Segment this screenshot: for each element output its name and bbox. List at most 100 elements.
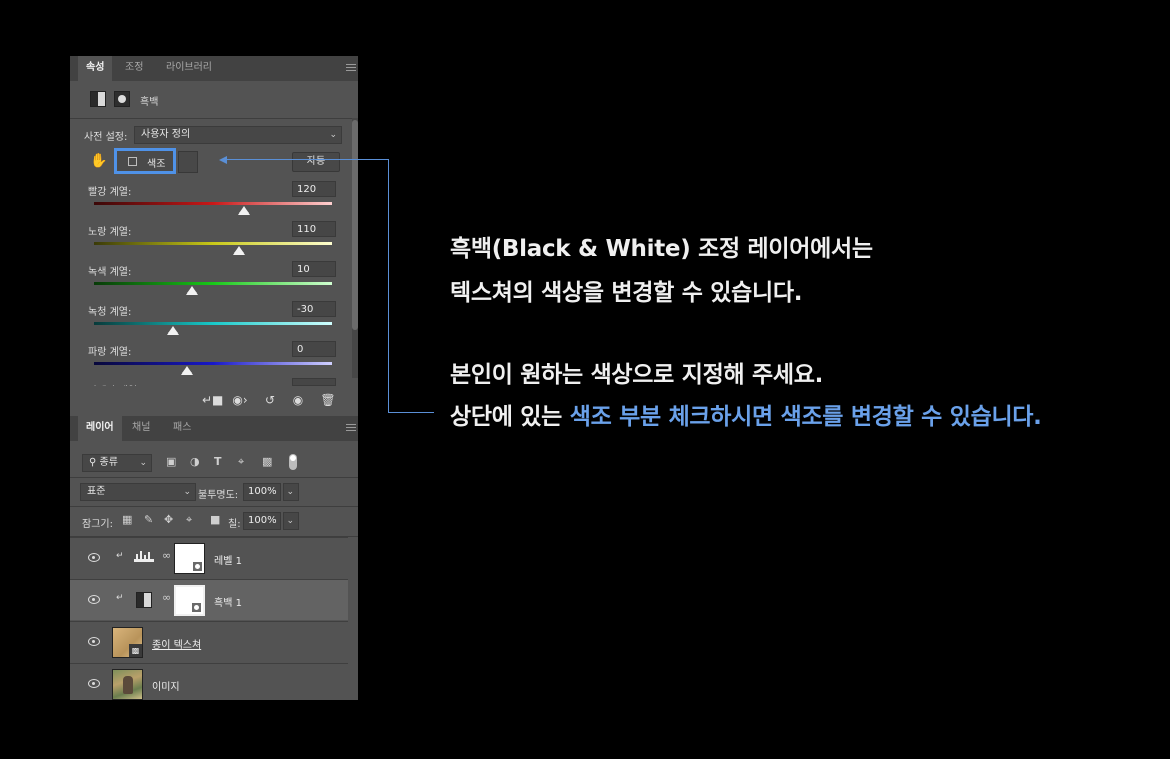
layer-name: 흑백 1: [214, 598, 242, 609]
image-thumbnail[interactable]: [112, 669, 143, 700]
tint-highlight-box[interactable]: 색조: [114, 148, 176, 174]
slider-thumb[interactable]: [166, 326, 179, 335]
pixel-filter-icon[interactable]: ▣: [166, 456, 176, 468]
filter-type-label: 종류: [99, 457, 118, 468]
toggle-visibility-icon[interactable]: ◉: [288, 390, 308, 410]
lock-all-icon[interactable]: ■: [210, 514, 220, 526]
tab-adjustments[interactable]: 조정: [117, 56, 151, 81]
preset-value: 사용자 정의: [141, 129, 191, 140]
slider-thumb[interactable]: [237, 206, 250, 215]
slider-value-input[interactable]: 110: [292, 221, 336, 237]
layer-mask-icon[interactable]: [114, 91, 130, 107]
lock-position-move-icon[interactable]: ✥: [164, 514, 173, 526]
tab-libraries[interactable]: 라이브러리: [158, 56, 220, 81]
clip-to-layer-icon[interactable]: ↵■: [202, 390, 223, 410]
filter-toggle-icon[interactable]: [289, 454, 297, 470]
properties-tab-bar: 속성 조정 라이브러리: [70, 56, 358, 81]
slider-track[interactable]: [94, 202, 332, 205]
opacity-input[interactable]: 100%: [243, 483, 281, 501]
link-chain-icon[interactable]: ∞: [162, 591, 171, 604]
slider-track[interactable]: [94, 322, 332, 325]
paper-texture-thumbnail[interactable]: ▩: [112, 627, 143, 658]
histogram-bar-shape: [140, 551, 142, 560]
caption-line-4: 상단에 있는 색조 부분 체크하시면 색조를 변경할 수 있습니다.: [450, 397, 1042, 431]
shape-filter-icon[interactable]: ⌖: [238, 456, 244, 468]
layers-tab-bar: 레이어 채널 패스: [70, 416, 358, 441]
link-chain-icon[interactable]: ∞: [162, 549, 171, 562]
layer-row-paper-texture[interactable]: ▩ 종이 텍스쳐: [70, 621, 348, 662]
adjustment-filter-icon[interactable]: ◑: [190, 456, 200, 468]
slider-thumb[interactable]: [180, 366, 193, 375]
caption-line-1: 흑백(Black & White) 조정 레이어에서는: [450, 236, 873, 262]
slider-value-input[interactable]: 0: [292, 341, 336, 357]
filter-type-dropdown[interactable]: ⚲ 종류 ⌄: [82, 454, 152, 472]
adjustment-layer-icon[interactable]: [90, 91, 106, 107]
clipping-arrow-icon: ↵: [116, 551, 124, 561]
opacity-dropdown[interactable]: ⌄: [283, 483, 299, 501]
divider: [70, 506, 358, 507]
chevron-down-icon: ⌄: [183, 487, 191, 497]
bw-half-shape: [91, 92, 98, 106]
slider-thumb[interactable]: [233, 246, 246, 255]
layer-row-black-white[interactable]: ↵ ∞ 흑백 1: [70, 579, 348, 620]
tint-label: 색조: [147, 159, 166, 170]
tab-channels[interactable]: 채널: [124, 416, 158, 441]
lock-image-brush-icon[interactable]: ✎: [144, 514, 153, 526]
scrollbar-thumb[interactable]: [352, 120, 358, 330]
type-filter-icon[interactable]: T: [214, 456, 222, 468]
slider-value-input[interactable]: -30: [292, 301, 336, 317]
smart-object-filter-icon[interactable]: ▩: [262, 456, 272, 468]
slider-track[interactable]: [94, 242, 332, 245]
slider-track[interactable]: [94, 362, 332, 365]
lock-artboard-icon[interactable]: ⌖: [186, 514, 192, 526]
magenta-value-partial[interactable]: [292, 378, 336, 386]
preset-dropdown[interactable]: 사용자 정의 ⌄: [134, 126, 342, 144]
chevron-down-icon: ⌄: [286, 516, 294, 526]
photoshop-panels: 속성 조정 라이브러리 흑백 사전 설정: 사용자 정의 ⌄ ✋ 색조 자동 빨…: [70, 56, 358, 700]
tint-checkbox[interactable]: [128, 157, 137, 166]
delete-icon[interactable]: 🗑: [318, 390, 338, 410]
layer-mask-thumbnail[interactable]: [174, 585, 205, 616]
divider: [70, 477, 358, 478]
chevron-down-icon: ⌄: [286, 487, 294, 497]
eye-icon[interactable]: [88, 679, 100, 688]
slider-value-input[interactable]: 10: [292, 261, 336, 277]
layers-menu-icon[interactable]: [346, 423, 356, 433]
lock-transparent-icon[interactable]: ▦: [122, 514, 132, 526]
panel-menu-icon[interactable]: [346, 63, 356, 73]
lock-label: 잠그기:: [82, 519, 113, 530]
reset-icon[interactable]: ↺: [260, 390, 280, 410]
properties-scrollbar[interactable]: [352, 118, 358, 378]
slider-thumb[interactable]: [185, 286, 198, 295]
histogram-bar-shape: [148, 552, 150, 560]
slider-value-input[interactable]: 120: [292, 181, 336, 197]
fill-input[interactable]: 100%: [243, 512, 281, 530]
blend-mode-value: 표준: [87, 486, 106, 497]
targeted-adjustment-hand-icon[interactable]: ✋: [90, 152, 107, 170]
search-icon: ⚲: [89, 457, 97, 468]
layer-row-levels[interactable]: ↵ ∞ 레벨 1: [70, 537, 348, 578]
tab-properties[interactable]: 속성: [78, 56, 113, 81]
eye-icon[interactable]: [88, 553, 100, 562]
caption-line-3: 본인이 원하는 색상으로 지정해 주세요.: [450, 362, 824, 388]
auto-button[interactable]: 자동: [292, 152, 340, 172]
tint-color-swatch[interactable]: [178, 151, 198, 173]
layer-row-image[interactable]: 이미지: [70, 663, 348, 700]
slider-label: 녹색 계열:: [88, 267, 132, 278]
properties-title: 흑백: [140, 97, 159, 108]
view-previous-state-icon[interactable]: ◉›: [230, 390, 250, 410]
bw-half-shape: [137, 593, 144, 607]
tab-paths[interactable]: 패스: [165, 416, 199, 441]
toggle-knob: [290, 455, 296, 461]
slider-track[interactable]: [94, 282, 332, 285]
layer-mask-thumbnail[interactable]: [174, 543, 205, 574]
eye-icon[interactable]: [88, 595, 100, 604]
levels-histogram-icon: [134, 551, 154, 562]
preset-label: 사전 설정:: [84, 132, 128, 143]
eye-icon[interactable]: [88, 637, 100, 646]
opacity-label: 불투명도:: [198, 490, 239, 501]
blend-mode-dropdown[interactable]: 표준 ⌄: [80, 483, 196, 501]
fill-dropdown[interactable]: ⌄: [283, 512, 299, 530]
tab-layers[interactable]: 레이어: [78, 416, 122, 441]
black-white-adjustment-icon: [136, 592, 152, 608]
